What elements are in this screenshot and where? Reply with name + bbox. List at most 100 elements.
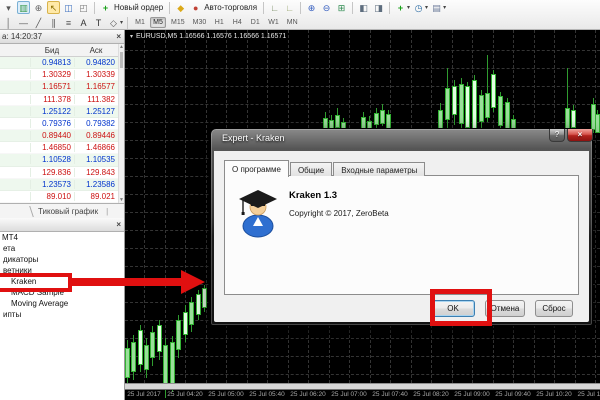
quote-row[interactable]: 1.165711.16577 — [0, 81, 124, 93]
ask-cell: 111.382 — [74, 95, 118, 104]
reset-button[interactable]: Сброс — [535, 300, 573, 317]
periods-dropdown-icon[interactable]: ◷ — [412, 1, 425, 14]
navigator-item-ипты[interactable]: ипты — [0, 309, 124, 320]
grid-line — [206, 30, 207, 383]
trendline-tool-icon[interactable]: ╱ — [32, 16, 45, 29]
navigator-item-дикаторы[interactable]: дикаторы — [0, 254, 124, 265]
panes-icon[interactable]: ◫ — [62, 1, 75, 14]
quote-row[interactable]: 111.378111.382 — [0, 94, 124, 106]
close-icon[interactable]: × — [116, 32, 121, 41]
ask-cell: 1.25127 — [74, 107, 118, 116]
scroll-up-icon[interactable]: ▲ — [119, 44, 124, 50]
dropdown-caret-icon[interactable]: ▾ — [425, 4, 428, 11]
dialog-title: Expert - Kraken — [222, 133, 285, 143]
zoom-window-icon[interactable]: ◰ — [77, 1, 90, 14]
indicators-dropdown-icon[interactable]: + — [394, 1, 407, 14]
bid-cell: 89.010 — [30, 192, 74, 201]
fibonacci-tool-icon[interactable]: ≡ — [62, 16, 75, 29]
timeframe-d1[interactable]: D1 — [247, 17, 263, 28]
tile-windows-icon[interactable]: ⊞ — [335, 1, 348, 14]
close-icon[interactable]: × — [116, 220, 121, 229]
column-ask[interactable]: Аск — [74, 46, 118, 55]
bid-cell: 1.16571 — [30, 82, 74, 91]
dropdown-caret-icon[interactable]: ▾ — [443, 4, 446, 11]
mt4-window: ▾▥⊕↖◫◰+Новый ордер◆●Авто-торговля∟∟⊕⊖⊞◧◨… — [0, 0, 600, 400]
quote-row[interactable]: 129.836129.843 — [0, 167, 124, 179]
dialog-tab-1[interactable]: Общие — [290, 162, 332, 176]
new-order-icon[interactable]: + — [99, 1, 112, 14]
ask-cell: 129.843 — [74, 168, 118, 177]
help-icon[interactable]: ? — [549, 129, 565, 142]
quote-row[interactable]: 0.948130.94820 — [0, 57, 124, 69]
timeframe-m5[interactable]: M5 — [150, 17, 166, 28]
candle-body — [472, 80, 477, 130]
candle-body — [131, 342, 136, 372]
chart-bars-icon[interactable]: ▥ — [17, 1, 30, 14]
text-tool-icon[interactable]: A — [77, 16, 90, 29]
chevron-down-icon[interactable]: ▾ — [130, 34, 133, 40]
column-bid[interactable]: Бид — [30, 46, 74, 55]
quote-row[interactable]: 1.251221.25127 — [0, 106, 124, 118]
quote-row[interactable]: 89.01089.021 — [0, 191, 124, 203]
cursor-icon[interactable]: ↖ — [47, 1, 60, 14]
ask-cell: 1.23586 — [74, 180, 118, 189]
timeframe-w1[interactable]: W1 — [265, 17, 282, 28]
timeframe-h4[interactable]: H4 — [229, 17, 245, 28]
navigator-item-moving-average[interactable]: Moving Average — [0, 298, 124, 309]
timeframe-m15[interactable]: M15 — [168, 17, 188, 28]
market-watch-time: а: 14:20:37 — [2, 32, 42, 41]
templates-dropdown-icon[interactable]: ▤ — [430, 1, 443, 14]
zoom-in-icon[interactable]: ⊕ — [305, 1, 318, 14]
timeframe-m30[interactable]: M30 — [190, 17, 210, 28]
autotrading-button[interactable]: Авто-торговля — [204, 3, 257, 12]
dialog-tab-0[interactable]: О программе — [224, 160, 289, 177]
timeframe-m1[interactable]: M1 — [132, 17, 148, 28]
autoscroll-icon[interactable]: ∟ — [283, 1, 296, 14]
dropdown-caret-icon[interactable]: ▾ — [2, 1, 15, 14]
about-tab-page: Kraken 1.3 Copyright © 2017, ZeroBeta — [224, 175, 579, 295]
dialog-tab-2[interactable]: Входные параметры — [333, 162, 425, 176]
navigator-item-мт4[interactable]: МТ4 — [0, 232, 124, 243]
time-axis-label: 25 Jul 07:00 — [331, 391, 366, 398]
arrange-vertical-icon[interactable]: ◨ — [372, 1, 385, 14]
annotation-ok-box — [430, 289, 492, 326]
dropdown-caret-icon[interactable]: ▾ — [120, 19, 123, 26]
dropdown-caret-icon[interactable]: ▾ — [407, 4, 410, 11]
time-axis-label: 25 Jul 2017 — [127, 391, 161, 398]
quote-row[interactable]: 1.303291.30339 — [0, 69, 124, 81]
grid-line — [595, 30, 596, 383]
zoom-out-icon[interactable]: ⊖ — [320, 1, 333, 14]
market-watch-scrollbar[interactable]: ▲ ▼ — [118, 44, 124, 203]
arrange-horizontal-icon[interactable]: ◧ — [357, 1, 370, 14]
ask-cell: 0.89446 — [74, 131, 118, 140]
horizontal-line-tool-icon[interactable]: — — [17, 16, 30, 29]
chart-shift-icon[interactable]: ∟ — [268, 1, 281, 14]
grid-line — [125, 338, 600, 339]
vertical-line-tool-icon[interactable]: │ — [2, 16, 15, 29]
ea-hat-icon[interactable]: ◆ — [174, 1, 187, 14]
shapes-tool-icon[interactable]: ◇ — [107, 16, 120, 29]
bid-cell: 1.30329 — [30, 70, 74, 79]
toolbar-separator — [127, 17, 128, 29]
ask-cell: 0.79382 — [74, 119, 118, 128]
navigator-item-ета[interactable]: ета — [0, 243, 124, 254]
crosshair-icon[interactable]: ⊕ — [32, 1, 45, 14]
quote-row[interactable]: 0.894400.89446 — [0, 130, 124, 142]
label-tool-icon[interactable]: T — [92, 16, 105, 29]
expert-dialog: Expert - Kraken ? × О программеОбщиеВход… — [210, 128, 593, 326]
time-axis-label: 25 Jul 08:20 — [413, 391, 448, 398]
quote-row[interactable]: 0.793760.79382 — [0, 118, 124, 130]
timeframe-mn[interactable]: MN — [284, 17, 301, 28]
tab-tick-chart[interactable]: Тиковый график — [38, 207, 98, 216]
timeframe-h1[interactable]: H1 — [211, 17, 227, 28]
chart-scrollbar[interactable] — [125, 383, 600, 390]
close-icon[interactable]: × — [567, 129, 593, 142]
channel-tool-icon[interactable]: ∥ — [47, 16, 60, 29]
new-order-button[interactable]: Новый ордер — [114, 3, 163, 12]
scrollbar-thumb[interactable] — [120, 52, 123, 68]
bid-cell: 129.836 — [30, 168, 74, 177]
autotrading-icon[interactable]: ● — [189, 1, 202, 14]
quote-row[interactable]: 1.105281.10535 — [0, 154, 124, 166]
quote-row[interactable]: 1.235731.23586 — [0, 179, 124, 191]
quote-row[interactable]: 1.468501.46866 — [0, 142, 124, 154]
